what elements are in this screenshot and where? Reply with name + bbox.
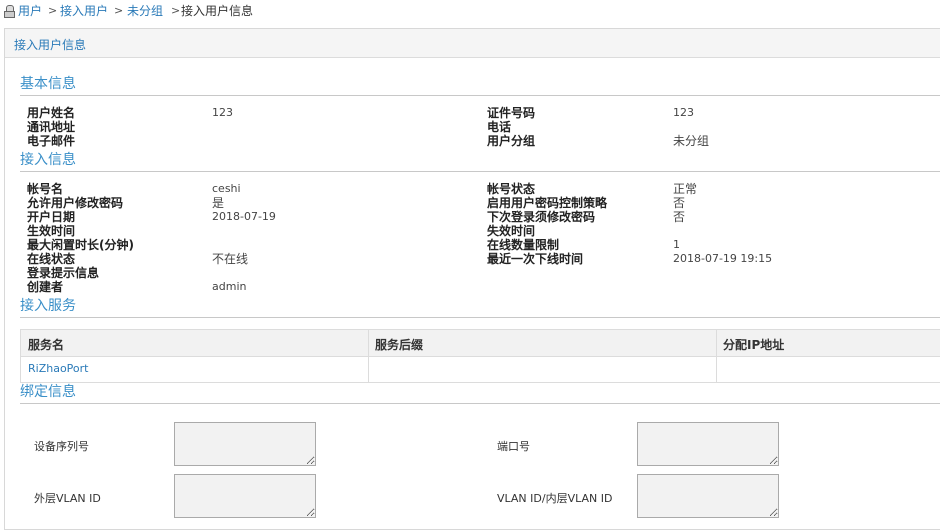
inner-vlan-label: VLAN ID/内层VLAN ID	[497, 492, 613, 505]
next-login-change-value: 否	[673, 210, 686, 224]
account-status-value: 正常	[673, 182, 698, 196]
section-divider	[20, 317, 940, 318]
panel-header: 接入用户信息	[5, 29, 940, 58]
outer-vlan-field[interactable]	[174, 474, 316, 518]
max-idle-label: 最大闲置时长(分钟)	[27, 238, 134, 252]
column-header-ip[interactable]: 分配IP地址	[723, 336, 784, 353]
breadcrumb-separator: >	[48, 4, 58, 17]
phone-label: 电话	[487, 120, 512, 134]
section-title-service: 接入服务	[20, 298, 76, 314]
online-status-label: 在线状态	[27, 252, 76, 266]
breadcrumb-link-access-users[interactable]: 接入用户	[60, 0, 108, 22]
pwd-policy-label: 启用用户密码控制策略	[487, 196, 608, 210]
table-header: 服务名 服务后缀 分配IP地址	[21, 330, 940, 357]
port-field[interactable]	[637, 422, 779, 466]
creator-label: 创建者	[27, 280, 64, 294]
outer-vlan-label: 外层VLAN ID	[34, 492, 101, 505]
account-status-label: 帐号状态	[487, 182, 536, 196]
open-date-value: 2018-07-19	[212, 210, 276, 223]
allow-pwd-change-label: 允许用户修改密码	[27, 196, 124, 210]
online-status-value: 不在线	[212, 252, 249, 266]
user-info-panel: 接入用户信息	[4, 28, 940, 530]
column-header-service-suffix[interactable]: 服务后缀	[375, 336, 423, 353]
allow-pwd-change-value: 是	[212, 196, 225, 210]
section-divider	[20, 403, 940, 404]
section-divider	[20, 171, 940, 172]
user-name-value: 123	[212, 106, 233, 119]
effective-time-label: 生效时间	[27, 224, 76, 238]
service-name-link[interactable]: RiZhaoPort	[28, 362, 88, 375]
email-label: 电子邮件	[27, 134, 76, 148]
account-name-value: ceshi	[212, 182, 241, 195]
login-tip-label: 登录提示信息	[27, 266, 100, 280]
breadcrumb-link-ungrouped[interactable]: 未分组	[127, 0, 163, 22]
account-name-label: 帐号名	[27, 182, 64, 196]
user-icon	[3, 5, 15, 18]
next-login-change-label: 下次登录须修改密码	[487, 210, 596, 224]
service-table: 服务名 服务后缀 分配IP地址 RiZhaoPort	[20, 329, 940, 383]
table-row: RiZhaoPort	[21, 357, 940, 382]
device-serial-field[interactable]	[174, 422, 316, 466]
breadcrumb: 用户 > 接入用户 > 未分组 > 接入用户信息	[0, 0, 940, 22]
user-group-label: 用户分组	[487, 134, 536, 148]
expire-time-label: 失效时间	[487, 224, 536, 238]
breadcrumb-current: 接入用户信息	[181, 4, 254, 18]
panel-title: 接入用户信息	[14, 38, 87, 52]
device-serial-label: 设备序列号	[34, 440, 89, 453]
online-limit-value: 1	[673, 238, 680, 251]
section-divider	[20, 95, 940, 96]
breadcrumb-separator: >	[114, 4, 124, 17]
section-title-access: 接入信息	[20, 152, 76, 168]
open-date-label: 开户日期	[27, 210, 76, 224]
last-offline-value: 2018-07-19 19:15	[673, 252, 773, 265]
last-offline-label: 最近一次下线时间	[487, 252, 584, 266]
creator-value: admin	[212, 280, 247, 293]
pwd-policy-value: 否	[673, 196, 686, 210]
port-label: 端口号	[497, 440, 530, 453]
user-group-value: 未分组	[673, 134, 710, 148]
inner-vlan-field[interactable]	[637, 474, 779, 518]
breadcrumb-link-users[interactable]: 用户	[18, 0, 42, 22]
online-limit-label: 在线数量限制	[487, 238, 560, 252]
id-number-value: 123	[673, 106, 694, 119]
section-title-binding: 绑定信息	[20, 384, 76, 400]
column-header-service-name[interactable]: 服务名	[28, 336, 64, 353]
id-number-label: 证件号码	[487, 106, 536, 120]
user-name-label: 用户姓名	[27, 106, 76, 120]
breadcrumb-separator: >	[171, 4, 181, 17]
section-title-basic: 基本信息	[20, 76, 76, 92]
address-label: 通讯地址	[27, 120, 76, 134]
